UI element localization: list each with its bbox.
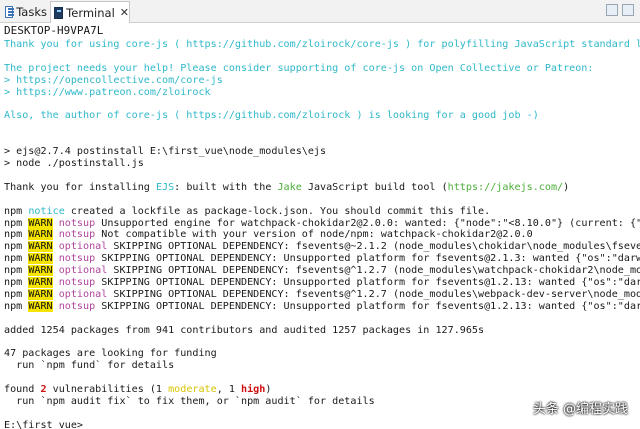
terminal-text: npm xyxy=(4,241,29,253)
terminal-text: npm xyxy=(4,300,29,312)
terminal-text: ) xyxy=(563,181,570,193)
maximize-view-icon[interactable] xyxy=(622,4,634,16)
terminal-line: The project needs your help! Please cons… xyxy=(4,63,593,75)
warn-badge: WARN xyxy=(28,277,53,288)
terminal-text: run `npm fund` for details xyxy=(4,360,175,372)
terminal-output[interactable]: DESKTOP-H9VPA7L Thank you for using core… xyxy=(0,23,640,429)
terminal-text: SKIPPING OPTIONAL DEPENDENCY: Unsupporte… xyxy=(101,300,640,312)
terminal-text: run `npm audit fix` to fix them, or `npm… xyxy=(4,396,375,407)
terminal-text: vulnerabilities (1 xyxy=(46,384,169,396)
terminal-text: npm xyxy=(4,277,29,288)
terminal-text: optional xyxy=(58,288,108,300)
terminal-text: E:\first_vue> xyxy=(4,419,84,429)
terminal-line: npm WARN notsup SKIPPING OPTIONAL DEPEND… xyxy=(4,253,640,265)
terminal-text: Thank you for using core-js ( https://gi… xyxy=(4,39,640,50)
close-icon[interactable]: ✕ xyxy=(120,6,129,19)
terminal-text: npm xyxy=(4,288,29,300)
terminal-line: E:\first_vue> xyxy=(4,420,83,429)
terminal-text: Not compatible with your version of node… xyxy=(95,229,533,241)
terminal-line: found 2 vulnerabilities (1 moderate, 1 h… xyxy=(4,384,271,396)
terminal-text: high xyxy=(241,384,266,396)
terminal-text: optional xyxy=(58,241,108,253)
terminal-text: Jake xyxy=(277,181,302,193)
tab-terminal[interactable]: Terminal ✕ xyxy=(50,1,130,23)
terminal-line: 47 packages are looking for funding xyxy=(4,348,217,360)
terminal-line: Thank you for installing EJS: built with… xyxy=(4,182,569,194)
terminal-line: npm WARN optional SKIPPING OPTIONAL DEPE… xyxy=(4,265,640,277)
terminal-text: https://jakejs.com/ xyxy=(447,181,564,193)
terminal-text: , 1 xyxy=(216,384,242,396)
terminal-text: The project needs your help! Please cons… xyxy=(4,62,594,74)
terminal-text: npm xyxy=(4,217,29,229)
terminal-line: run `npm audit fix` to fix them, or `npm… xyxy=(4,396,375,408)
terminal-text: npm xyxy=(4,205,29,217)
tab-tasks-label: Tasks xyxy=(16,4,47,19)
tasks-icon xyxy=(5,5,15,18)
warn-badge: WARN xyxy=(28,217,53,229)
watermark-text: 头条 @编程实践 xyxy=(532,402,628,417)
terminal-text: notsup xyxy=(58,229,96,241)
terminal-line: npm WARN optional SKIPPING OPTIONAL DEPE… xyxy=(4,241,640,253)
terminal-text: SKIPPING OPTIONAL DEPENDENCY: Unsupporte… xyxy=(101,253,640,265)
terminal-text: Thank you for installing xyxy=(4,181,156,193)
terminal-text: : built with the xyxy=(174,181,278,193)
terminal-line: > https://www.patreon.com/zloirock xyxy=(4,87,211,99)
terminal-text: found xyxy=(4,384,41,396)
terminal-line: run `npm fund` for details xyxy=(4,360,174,372)
terminal-text: 47 packages are looking for funding xyxy=(4,348,217,360)
terminal-session-title: DESKTOP-H9VPA7L xyxy=(4,24,104,37)
terminal-text: SKIPPING OPTIONAL DEPENDENCY: fsevents@^… xyxy=(113,288,640,300)
terminal-text: created a lockfile as package-lock.json.… xyxy=(64,205,491,217)
terminal-text: SKIPPING OPTIONAL DEPENDENCY: fsevents@~… xyxy=(107,241,640,253)
terminal-text: npm xyxy=(4,265,29,277)
warn-badge: WARN xyxy=(28,229,53,241)
terminal-line: npm WARN notsup SKIPPING OPTIONAL DEPEND… xyxy=(4,277,640,289)
terminal-text: moderate xyxy=(168,384,217,396)
terminal-line: npm WARN notsup SKIPPING OPTIONAL DEPEND… xyxy=(4,300,640,313)
terminal-text: notsup xyxy=(58,277,96,288)
warn-badge: WARN xyxy=(28,241,53,253)
terminal-text: > https://www.patreon.com/zloirock xyxy=(4,86,211,98)
terminal-text: > node ./postinstall.js xyxy=(4,158,144,169)
terminal-text: added 1254 packages from 941 contributor… xyxy=(4,324,485,336)
terminal-line: npm notice created a lockfile as package… xyxy=(4,206,490,218)
tab-tasks[interactable]: Tasks xyxy=(2,2,47,21)
tab-terminal-label: Terminal xyxy=(66,5,115,20)
terminal-line: > node ./postinstall.js xyxy=(4,158,144,170)
terminal-line: Thank you for using core-js ( https://gi… xyxy=(4,39,640,51)
terminal-text: JavaScript build tool ( xyxy=(301,181,448,193)
terminal-icon xyxy=(54,6,64,19)
warn-badge: WARN xyxy=(28,265,53,277)
terminal-text: SKIPPING OPTIONAL DEPENDENCY: Unsupporte… xyxy=(101,277,640,288)
view-tab-bar: Tasks Terminal ✕ xyxy=(0,0,640,23)
terminal-text: EJS xyxy=(155,181,175,193)
terminal-text: npm xyxy=(4,253,29,265)
terminal-line: > ejs@2.7.4 postinstall E:\first_vue\nod… xyxy=(4,146,326,158)
terminal-line: npm WARN optional SKIPPING OPTIONAL DEPE… xyxy=(4,288,640,301)
terminal-text: notsup xyxy=(58,253,96,265)
terminal-text: notsup xyxy=(58,300,96,312)
warn-badge: WARN xyxy=(28,300,53,312)
terminal-text: optional xyxy=(58,265,108,277)
terminal-text: Also, the author of core-js ( https://gi… xyxy=(4,110,539,122)
view-toolbar xyxy=(602,4,634,18)
terminal-text: Unsupported engine for watchpack-chokida… xyxy=(101,217,640,229)
terminal-line: npm WARN notsup Unsupported engine for w… xyxy=(4,217,640,230)
terminal-text: ) xyxy=(265,384,272,396)
terminal-line: > https://opencollective.com/core-js xyxy=(4,75,223,87)
minimize-view-icon[interactable] xyxy=(606,4,618,16)
warn-badge: WARN xyxy=(28,288,53,300)
terminal-text: npm xyxy=(4,229,29,241)
warn-badge: WARN xyxy=(28,253,53,265)
terminal-text: SKIPPING OPTIONAL DEPENDENCY: fsevents@^… xyxy=(113,265,640,277)
terminal-line: npm WARN notsup Not compatible with your… xyxy=(4,229,533,241)
terminal-line: added 1254 packages from 941 contributor… xyxy=(4,325,484,337)
terminal-text: > https://opencollective.com/core-js xyxy=(4,74,223,86)
terminal-line: Also, the author of core-js ( https://gi… xyxy=(4,110,539,122)
terminal-text: notice xyxy=(28,205,65,217)
terminal-text: notsup xyxy=(58,217,96,229)
terminal-text: > ejs@2.7.4 postinstall E:\first_vue\nod… xyxy=(4,146,327,158)
